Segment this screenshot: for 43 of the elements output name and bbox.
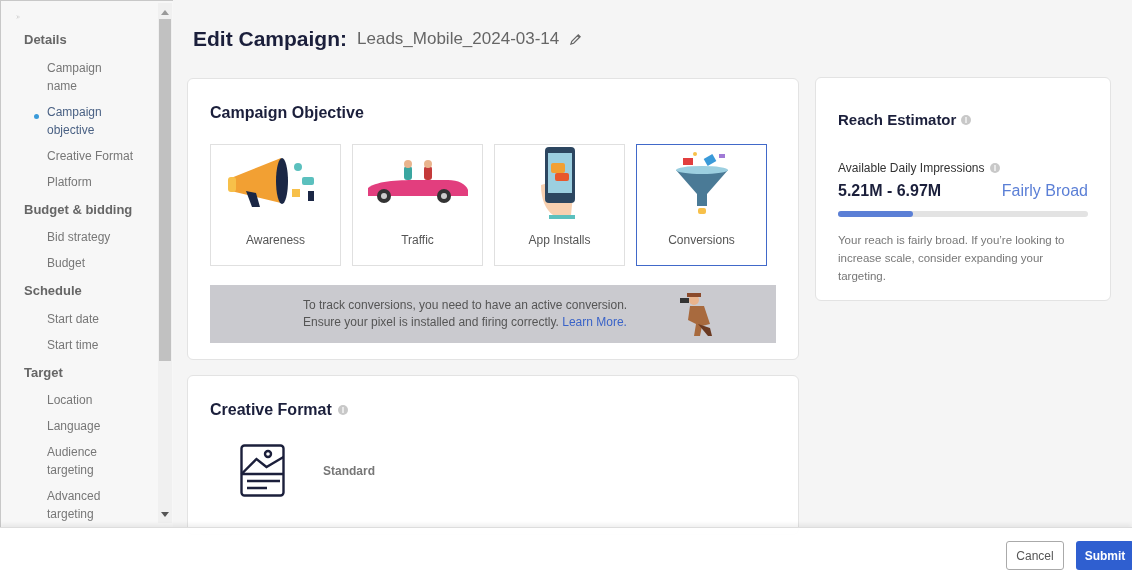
nav-section-heading: Schedule [24,282,83,300]
nav-item[interactable]: Platform [24,168,134,195]
metric-label: Available Daily Impressions [838,159,985,177]
format-option[interactable]: Standard [323,461,375,480]
nav-item[interactable]: Audience targeting [24,439,134,483]
reach-description: Your reach is fairly broad. If you’re looking to increase scale, consider expanding your targeting. [838,232,1066,284]
nav-item[interactable]: Campaign name [24,54,134,99]
objective-option[interactable]: Awareness [210,144,341,266]
image-post-icon[interactable] [240,444,285,497]
info-icon[interactable] [989,162,1000,173]
nav-item[interactable]: Language [24,413,134,439]
pencil-icon[interactable] [569,32,583,46]
nav-item[interactable]: Bid strategy [24,224,134,250]
submit-button[interactable]: Submit [1076,541,1132,570]
nav-section-heading: Details [24,31,68,49]
card-title: Campaign Objective [210,103,365,123]
nav-item[interactable]: Creative Format [24,142,134,169]
campaign-name: Leads_Mobile_2024-03-14 [357,28,560,51]
scrollbar-thumb[interactable] [159,19,171,361]
nav-item[interactable]: Campaign objective [24,98,134,143]
nav-item[interactable]: Location [24,387,134,413]
scrollbar[interactable] [158,3,172,523]
nav-section-heading: Budget & bidding [24,200,134,219]
impressions-range: 5.21M - 6.97M [838,180,942,201]
nav-item[interactable]: Advanced targeting [24,483,134,527]
card-title: Reach Estimator [838,110,957,130]
objective-option[interactable]: Conversions [636,144,767,266]
learn-more-link[interactable]: Learn More. [562,315,627,329]
page-title: Edit Campaign: [193,26,347,53]
nav-item[interactable]: Start time [24,331,134,358]
info-icon[interactable] [337,405,348,415]
card-title: Creative Format [210,400,332,420]
cancel-button[interactable]: Cancel [1006,541,1064,570]
scroll-down-icon[interactable] [161,512,169,517]
notice-text: To track conversions, you need to have an active conversion. Ensure your pixel is installed and firing correctly. Learn More. [303,297,629,331]
reach-rating: Fairly Broad [1001,180,1088,201]
objective-option[interactable]: Traffic [352,144,483,266]
nav-section-heading: Target [24,363,64,382]
info-icon[interactable] [961,115,972,126]
nav-item[interactable]: Budget [24,250,134,276]
objective-option[interactable]: App Installs [494,144,625,266]
nav-item[interactable]: Start date [24,305,134,332]
scroll-up-icon[interactable] [161,10,169,15]
